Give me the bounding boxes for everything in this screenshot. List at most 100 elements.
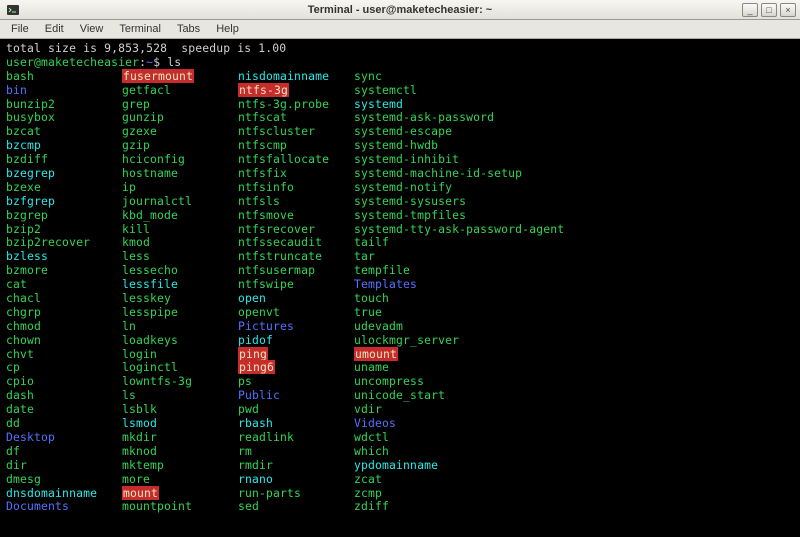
ls-entry: bin <box>6 83 27 97</box>
ls-entry: lsblk <box>122 402 157 416</box>
ls-entry: openvt <box>238 305 280 319</box>
ls-entry: chvt <box>6 347 34 361</box>
ls-entry: mktemp <box>122 458 164 472</box>
menu-terminal[interactable]: Terminal <box>112 21 168 37</box>
ls-row: Documentsmountpointsedzdiff <box>6 499 794 513</box>
ls-entry: loadkeys <box>122 333 178 347</box>
ls-row: chownloadkeyspidofulockmgr_server <box>6 333 794 347</box>
ls-entry: ntfswipe <box>238 277 294 291</box>
menu-help[interactable]: Help <box>209 21 246 37</box>
ls-entry: ntfstruncate <box>238 249 322 263</box>
ls-entry: cpio <box>6 374 34 388</box>
ls-entry: rbash <box>238 416 273 430</box>
ls-entry: systemd-tty-ask-password-agent <box>354 222 564 236</box>
ls-entry: ypdomainname <box>354 458 438 472</box>
ls-entry: ntfsmove <box>238 208 294 222</box>
ls-entry: busybox <box>6 110 55 124</box>
ls-entry: sync <box>354 69 382 83</box>
ls-row: catlessfilentfswipeTemplates <box>6 277 794 291</box>
menu-view[interactable]: View <box>73 21 111 37</box>
ls-entry: lesspipe <box>122 305 178 319</box>
ls-entry: gzip <box>122 138 150 152</box>
ls-entry: grep <box>122 97 150 111</box>
ls-row: Desktopmkdirreadlinkwdctl <box>6 430 794 444</box>
ls-entry: Documents <box>6 499 69 513</box>
ls-entry: login <box>122 347 157 361</box>
ls-row: bzgrepkbd_modentfsmovesystemd-tmpfiles <box>6 208 794 222</box>
menu-tabs[interactable]: Tabs <box>170 21 207 37</box>
ls-entry: lessecho <box>122 263 178 277</box>
ls-row: bashfusermountnisdomainnamesync <box>6 69 794 83</box>
ls-row: bzdiffhciconfigntfsfallocatesystemd-inhi… <box>6 152 794 166</box>
ls-entry: ps <box>238 374 252 388</box>
ls-entry: uncompress <box>354 374 424 388</box>
menu-file[interactable]: File <box>4 21 36 37</box>
ls-row: bzmorelessechontfsusermaptempfile <box>6 263 794 277</box>
ls-entry: readlink <box>238 430 294 444</box>
ls-row: bzip2recoverkmodntfssecaudittailf <box>6 235 794 249</box>
ls-entry: pwd <box>238 402 259 416</box>
ls-entry: df <box>6 444 20 458</box>
ls-entry: rm <box>238 444 252 458</box>
ls-entry: bzmore <box>6 263 48 277</box>
ls-entry: ntfs-3g.probe <box>238 97 329 111</box>
ls-row: bzip2killntfsrecoversystemd-tty-ask-pass… <box>6 222 794 236</box>
ls-row: datelsblkpwdvdir <box>6 402 794 416</box>
ls-entry: bzcmp <box>6 138 41 152</box>
ls-row: busyboxgunzipntfscatsystemd-ask-password <box>6 110 794 124</box>
ls-entry: ntfssecaudit <box>238 235 322 249</box>
ls-entry: kmod <box>122 235 150 249</box>
ls-row: bzlesslessntfstruncatetar <box>6 249 794 263</box>
ls-entry: dmesg <box>6 472 41 486</box>
ls-entry: journalctl <box>122 194 192 208</box>
ls-entry: hciconfig <box>122 152 185 166</box>
ls-entry: dnsdomainname <box>6 486 97 500</box>
ls-row: bzegrephostnamentfsfixsystemd-machine-id… <box>6 166 794 180</box>
ls-entry: systemd <box>354 97 403 111</box>
ls-entry: systemd-sysusers <box>354 194 466 208</box>
terminal-viewport[interactable]: total size is 9,853,528 speedup is 1.00u… <box>0 39 800 537</box>
terminal-app-icon <box>6 3 20 17</box>
ls-entry: systemd-ask-password <box>354 110 494 124</box>
ls-entry: systemd-tmpfiles <box>354 208 466 222</box>
ls-entry: udevadm <box>354 319 403 333</box>
ls-entry: ulockmgr_server <box>354 333 459 347</box>
ls-entry: lsmod <box>122 416 157 430</box>
ls-entry: systemd-hwdb <box>354 138 438 152</box>
ls-entry: systemctl <box>354 83 417 97</box>
maximize-button[interactable]: □ <box>761 3 777 17</box>
ls-entry: ln <box>122 319 136 333</box>
ls-entry: mountpoint <box>122 499 192 513</box>
ls-row: chacllesskeyopentouch <box>6 291 794 305</box>
ls-entry: rmdir <box>238 458 273 472</box>
ls-entry: getfacl <box>122 83 171 97</box>
ls-entry: umount <box>354 347 398 361</box>
ls-entry: date <box>6 402 34 416</box>
ls-entry: gunzip <box>122 110 164 124</box>
ls-row: cpio lowntfs-3g ps uncompress <box>6 374 794 388</box>
ls-entry: mknod <box>122 444 157 458</box>
close-button[interactable]: × <box>780 3 796 17</box>
ls-entry: bunzip2 <box>6 97 55 111</box>
ls-entry: true <box>354 305 382 319</box>
ls-entry: less <box>122 249 150 263</box>
ls-entry: Desktop <box>6 430 55 444</box>
ls-entry: bzegrep <box>6 166 55 180</box>
ls-entry: systemd-machine-id-setup <box>354 166 522 180</box>
ls-entry: nisdomainname <box>238 69 329 83</box>
ls-entry: kbd_mode <box>122 208 178 222</box>
ls-entry: bzfgrep <box>6 194 55 208</box>
ls-entry: dash <box>6 388 34 402</box>
ls-entry: ntfsrecover <box>238 222 315 236</box>
ls-entry: bzip2recover <box>6 235 90 249</box>
ls-entry: lowntfs-3g <box>122 374 192 388</box>
menu-edit[interactable]: Edit <box>38 21 71 37</box>
ls-entry: tempfile <box>354 263 410 277</box>
minimize-button[interactable]: _ <box>742 3 758 17</box>
ls-entry: more <box>122 472 150 486</box>
prompt-user: user@maketecheasier <box>6 55 139 69</box>
ls-entry: pidof <box>238 333 273 347</box>
ls-row: bzcmpgzipntfscmpsystemd-hwdb <box>6 138 794 152</box>
ls-entry: ntfsfallocate <box>238 152 329 166</box>
ls-entry: bzcat <box>6 124 41 138</box>
